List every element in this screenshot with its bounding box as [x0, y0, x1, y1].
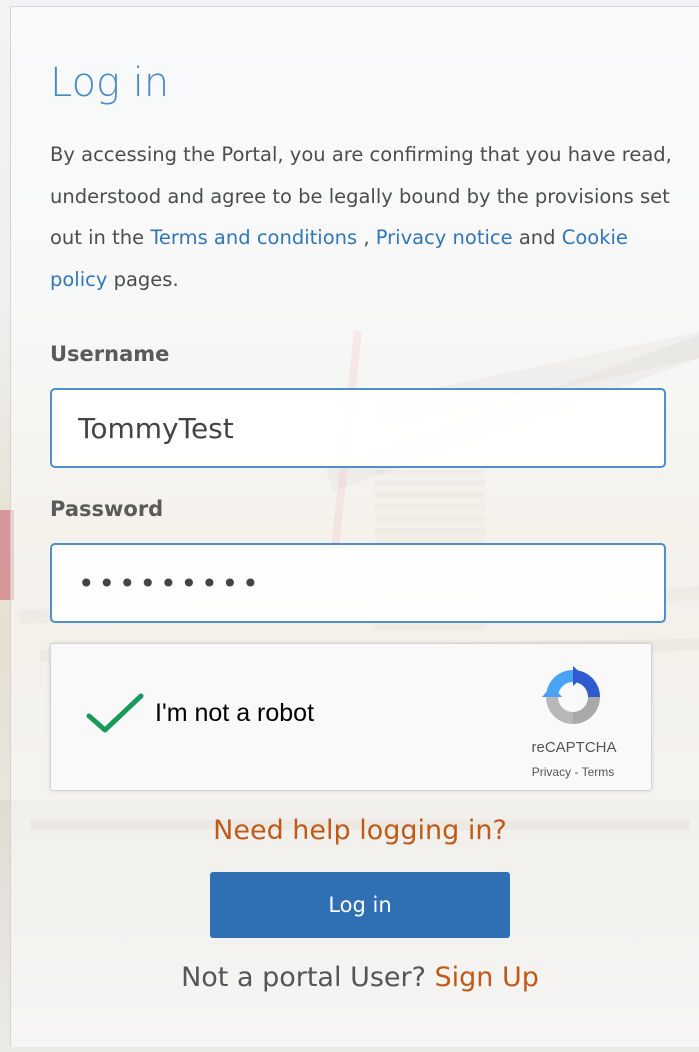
recaptcha-links: Privacy - Terms — [513, 765, 633, 779]
intro-and: and — [512, 226, 562, 249]
privacy-notice-link[interactable]: Privacy notice — [376, 226, 513, 249]
login-button[interactable]: Log in — [210, 872, 510, 938]
page-title: Log in — [50, 60, 170, 106]
recaptcha-terms-link[interactable]: Terms — [582, 765, 615, 779]
terms-and-conditions-link[interactable]: Terms and conditions — [150, 226, 357, 249]
intro-text-after: pages. — [107, 267, 179, 291]
username-input[interactable] — [50, 388, 666, 468]
checkmark-icon[interactable] — [85, 692, 145, 736]
need-help-link[interactable]: Need help logging in? — [0, 815, 699, 846]
signup-link[interactable]: Sign Up — [435, 962, 539, 993]
password-label: Password — [50, 497, 164, 521]
intro-separator: , — [357, 226, 376, 249]
recaptcha-privacy-link[interactable]: Privacy — [532, 765, 571, 779]
signup-prompt: Not a portal User? — [181, 962, 435, 993]
recaptcha-logo-icon — [538, 662, 608, 732]
recaptcha-label: I'm not a robot — [155, 699, 315, 727]
terms-intro-text: By accessing the Portal, you are confirm… — [50, 134, 690, 300]
username-label: Username — [50, 342, 170, 366]
recaptcha-brand: reCAPTCHA — [531, 739, 617, 756]
password-input[interactable] — [50, 543, 666, 623]
recaptcha-widget: I'm not a robot reCAPTCHA Privacy - Term… — [50, 643, 652, 791]
signup-line: Not a portal User? Sign Up — [0, 962, 699, 993]
recaptcha-links-separator: - — [571, 765, 582, 779]
login-page: Log in By accessing the Portal, you are … — [0, 0, 699, 1052]
